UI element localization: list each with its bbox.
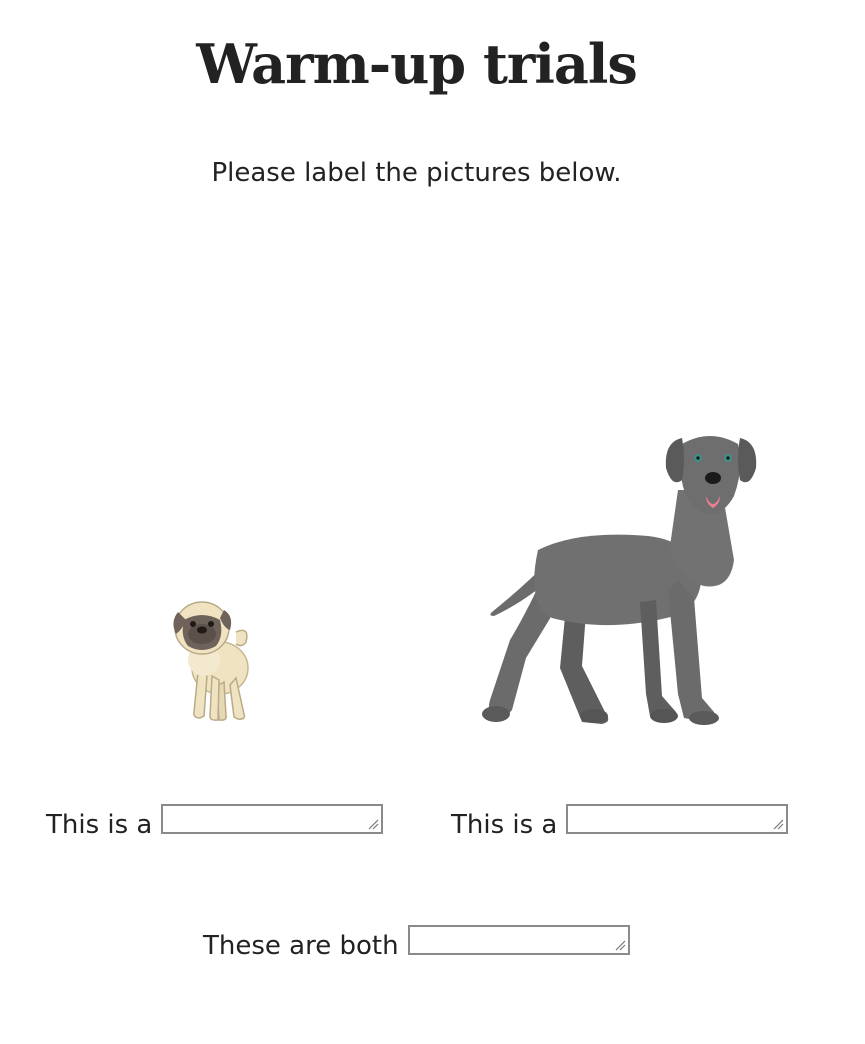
left-label-row: This is a: [46, 804, 384, 842]
resize-grip-icon[interactable]: [367, 818, 379, 830]
instructions-text: Please label the pictures below.: [211, 158, 622, 188]
pug-image: [173, 601, 249, 721]
left-label-text: This is a: [46, 810, 153, 840]
both-answer-field[interactable]: [407, 925, 630, 955]
right-label-text: This is a: [451, 810, 558, 840]
great-dane-image: [482, 436, 757, 725]
both-label-row: These are both: [203, 925, 630, 963]
page-title: Warm-up trials: [196, 32, 638, 96]
resize-grip-icon[interactable]: [772, 818, 784, 830]
right-answer-field[interactable]: [566, 804, 789, 834]
left-answer-field[interactable]: [161, 804, 384, 834]
right-label-row: This is a: [451, 804, 789, 842]
resize-grip-icon[interactable]: [614, 939, 626, 951]
both-label-text: These are both: [203, 931, 399, 961]
